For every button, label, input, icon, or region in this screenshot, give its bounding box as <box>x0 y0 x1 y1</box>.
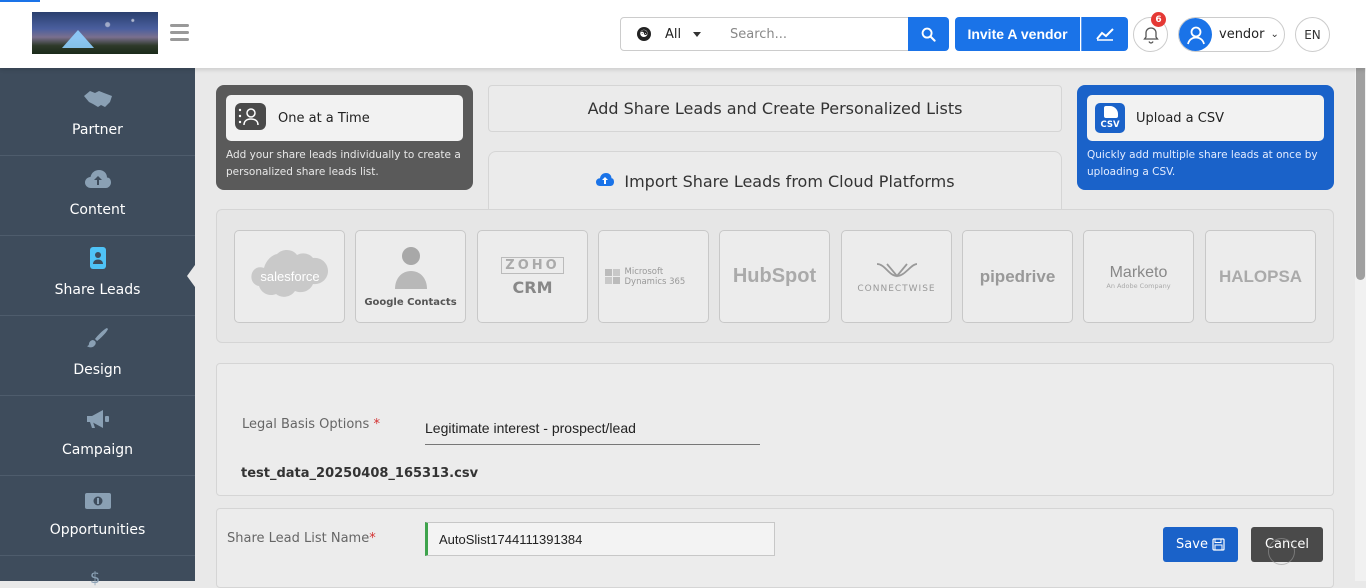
search-input[interactable] <box>718 17 909 51</box>
loading-bar <box>0 0 40 2</box>
platform-marketo[interactable]: Marketo An Adobe Company <box>1083 230 1194 323</box>
sidebar-item-partner[interactable]: Partner <box>0 76 195 156</box>
sidebar-item-label: Share Leads <box>54 282 141 298</box>
card-description: Add your share leads individually to cre… <box>226 149 461 178</box>
sidebar-item-share-leads[interactable]: Share Leads <box>0 236 195 316</box>
microsoft-logo <box>604 268 620 284</box>
platform-subtitle: An Adobe Company <box>1106 281 1171 290</box>
one-at-a-time-card[interactable]: One at a Time Add your share leads indiv… <box>216 85 473 190</box>
sidebar-item-label: Content <box>69 202 126 218</box>
platform-halopsa[interactable]: HALOPSA <box>1205 230 1316 323</box>
platform-hubspot[interactable]: HubSpot <box>719 230 830 323</box>
sidebar-item-campaign[interactable]: Campaign <box>0 396 195 476</box>
loading-spinner-icon <box>1268 538 1295 565</box>
cloud-upload-icon <box>595 172 615 191</box>
sidebar-item-label: Opportunities <box>49 522 146 538</box>
filter-label: All <box>665 26 682 42</box>
sidebar-item-content[interactable]: Content <box>0 156 195 236</box>
platform-name: pipedrive <box>979 266 1056 286</box>
platform-name: Google Contacts <box>364 297 457 308</box>
csv-file-icon: CSV <box>1095 103 1125 133</box>
save-button[interactable]: Save <box>1163 527 1238 562</box>
sidebar-item-label: Campaign <box>61 442 134 458</box>
platform-connectwise[interactable]: CONNECTWISE <box>841 230 952 323</box>
platform-name: CRM <box>512 277 553 297</box>
page-title: Add Share Leads and Create Personalized … <box>488 85 1062 132</box>
platform-pipedrive[interactable]: pipedrive <box>962 230 1073 323</box>
platform-name: salesforce <box>260 269 319 284</box>
sidebar-item-design[interactable]: Design <box>0 316 195 396</box>
avatar <box>1179 18 1212 51</box>
zoho-logo: ZOHO <box>501 256 564 274</box>
caret-down-icon <box>693 31 702 37</box>
search-filter-dropdown[interactable]: ☯ All <box>620 17 719 51</box>
notifications-button[interactable]: 6 <box>1133 12 1168 52</box>
chevron-down-icon: ⌄ <box>1270 29 1279 40</box>
contact-person-icon <box>394 247 427 289</box>
platform-name: HubSpot <box>732 265 817 287</box>
label-text: Legal Basis Options <box>242 417 370 432</box>
person-list-icon <box>234 102 267 135</box>
list-name-input[interactable] <box>425 522 775 556</box>
brush-icon <box>86 326 110 354</box>
language-selector[interactable]: EN <box>1295 17 1330 52</box>
required-mark: * <box>373 417 380 432</box>
user-icon <box>1186 26 1205 44</box>
top-header: ☯ All Invite A vendor 6 vendor ⌄ EN <box>0 0 1366 68</box>
invite-vendor-button[interactable]: Invite A vendor <box>955 17 1080 51</box>
card-title: One at a Time <box>278 110 370 126</box>
sidebar-item-label: Design <box>73 362 122 378</box>
sidebar: Partner Content Share Leads Design Campa… <box>0 68 195 587</box>
platform-google-contacts[interactable]: Google Contacts <box>355 230 466 323</box>
required-mark: * <box>369 531 376 546</box>
platform-zoho-crm[interactable]: ZOHO CRM <box>477 230 588 323</box>
save-label: Save <box>1176 537 1208 552</box>
search-button[interactable] <box>908 17 949 51</box>
platform-name: CONNECTWISE <box>857 283 936 294</box>
floppy-disk-icon <box>1212 538 1225 551</box>
label-text: Share Lead List Name <box>227 531 370 546</box>
bell-icon <box>1142 26 1159 44</box>
money-icon <box>84 492 112 514</box>
dollar-icon: $ <box>90 568 101 587</box>
legal-basis-label: Legal Basis Options * <box>242 417 380 432</box>
salesforce-logo: salesforce <box>250 249 328 297</box>
user-menu[interactable]: vendor ⌄ <box>1178 17 1285 52</box>
upload-csv-card[interactable]: CSV Upload a CSV Quickly add multiple sh… <box>1077 85 1334 190</box>
company-logo[interactable] <box>32 12 158 54</box>
accessibility-icon: ☯ <box>637 27 651 41</box>
uploaded-file-name: test_data_20250408_165313.csv <box>241 466 479 481</box>
import-title: Import Share Leads from Cloud Platforms <box>624 172 955 191</box>
platform-microsoft-dynamics[interactable]: Microsoft Dynamics 365 <box>598 230 709 323</box>
share-leads-icon <box>89 246 107 274</box>
notification-count-badge: 6 <box>1151 12 1166 27</box>
card-description: Quickly add multiple share leads at once… <box>1087 149 1318 178</box>
line-chart-icon <box>1096 28 1114 41</box>
search-icon <box>921 27 936 42</box>
analytics-button[interactable] <box>1081 17 1128 51</box>
sidebar-item-label: Partner <box>72 122 123 138</box>
user-name: vendor <box>1219 27 1265 42</box>
legal-basis-select[interactable]: Legitimate interest - prospect/lead <box>425 419 760 445</box>
platform-salesforce[interactable]: salesforce <box>234 230 345 323</box>
platform-name: Microsoft Dynamics 365 <box>624 266 686 287</box>
card-title: Upload a CSV <box>1136 110 1225 126</box>
import-cloud-tab[interactable]: Import Share Leads from Cloud Platforms <box>488 151 1062 211</box>
list-name-label: Share Lead List Name* <box>227 531 376 546</box>
platform-name: Marketo <box>1109 263 1168 281</box>
megaphone-icon <box>85 408 111 434</box>
platform-name: HALOPSA <box>1218 266 1303 286</box>
connectwise-logo <box>876 262 917 277</box>
handshake-icon <box>82 88 114 114</box>
cloud-upload-icon <box>84 168 112 194</box>
menu-toggle-icon[interactable] <box>170 24 189 41</box>
platforms-panel: salesforce Google Contacts ZOHO CRM Micr… <box>216 209 1334 343</box>
sidebar-item-opportunities[interactable]: Opportunities <box>0 476 195 556</box>
